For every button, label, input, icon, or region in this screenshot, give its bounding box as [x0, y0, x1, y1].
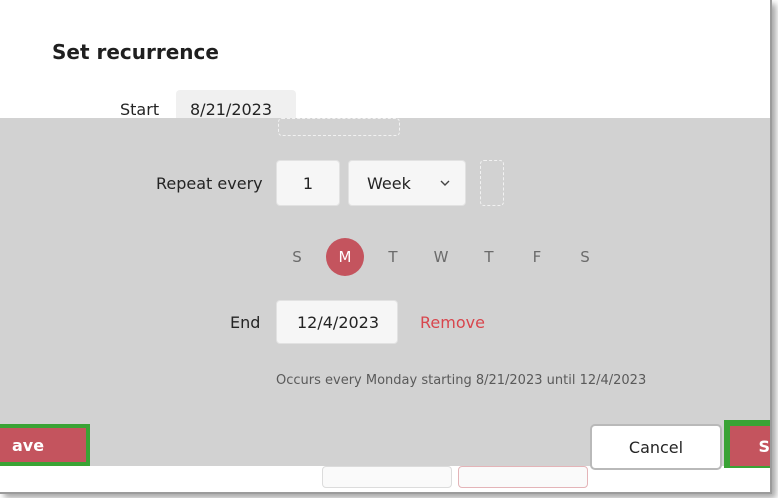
cancel-button[interactable]: Cancel: [590, 424, 722, 470]
remove-end-link[interactable]: Remove: [420, 313, 485, 332]
weekday-toggle[interactable]: M: [326, 238, 364, 276]
weekday-toggle[interactable]: S: [566, 238, 604, 276]
recurrence-summary: Occurs every Monday starting 8/21/2023 u…: [276, 373, 647, 388]
dialog-title: Set recurrence: [52, 40, 219, 64]
repeat-count-input[interactable]: 1: [276, 160, 340, 206]
ghost-outline: [480, 160, 504, 206]
repeat-every-label: Repeat every: [156, 174, 263, 193]
repeat-count-value: 1: [302, 173, 314, 193]
gray-overlay: Repeat every 1 Week SMTWTFS End 12/4/202…: [0, 118, 770, 466]
chevron-down-icon: [440, 180, 450, 186]
save-button[interactable]: ave: [0, 424, 90, 466]
weekday-toggle[interactable]: T: [470, 238, 508, 276]
weekday-toggle[interactable]: S: [278, 238, 316, 276]
ghost-button: [322, 466, 452, 488]
save-button-right[interactable]: S: [730, 426, 770, 466]
end-date-value: 12/4/2023: [297, 312, 380, 332]
weekday-toggle[interactable]: T: [374, 238, 412, 276]
weekday-toggle[interactable]: W: [422, 238, 460, 276]
ghost-outline: [278, 118, 400, 136]
start-label: Start: [120, 100, 160, 119]
repeat-unit-value: Week: [367, 173, 411, 193]
end-date-field[interactable]: 12/4/2023: [276, 300, 398, 344]
weekday-toggle[interactable]: F: [518, 238, 556, 276]
end-label: End: [230, 313, 261, 332]
ghost-button: [458, 466, 588, 488]
repeat-unit-select[interactable]: Week: [348, 160, 466, 206]
recurrence-dialog: Set recurrence Start 8/21/2023 Repeat ev…: [0, 0, 772, 494]
